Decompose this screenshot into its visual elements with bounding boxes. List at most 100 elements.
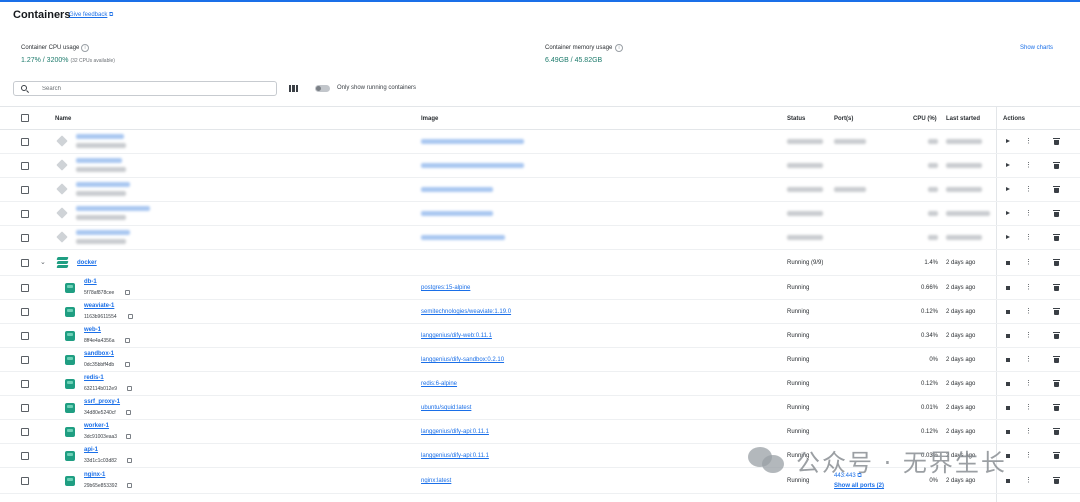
redacted-name[interactable] (76, 182, 130, 187)
redacted-image[interactable] (421, 139, 524, 144)
row-checkbox[interactable] (21, 428, 29, 436)
table-row[interactable]: ⋮ (0, 226, 1080, 250)
redacted-name[interactable] (76, 134, 124, 139)
container-name-link[interactable]: weaviate-1 (84, 303, 114, 309)
table-row[interactable]: db-1 5f78af878cee postgres:15-alpine Run… (0, 276, 1080, 300)
copy-icon[interactable] (125, 362, 130, 367)
delete-icon[interactable] (1053, 234, 1060, 241)
more-options-icon[interactable]: ⋮ (1025, 308, 1032, 315)
image-link[interactable]: langgenius/dify-sandbox:0.2.10 (421, 357, 504, 363)
copy-icon[interactable] (126, 434, 131, 439)
chevron-down-icon[interactable]: ⌄ (40, 258, 46, 266)
show-charts-link[interactable]: Show charts (1020, 45, 1053, 51)
container-name-link[interactable]: redis-1 (84, 375, 104, 381)
table-row[interactable]: sandbox-1 0dc35bbff4db langgenius/dify-s… (0, 348, 1080, 372)
stop-icon[interactable] (1006, 286, 1010, 290)
table-row[interactable]: ⋮ (0, 154, 1080, 178)
delete-icon[interactable] (1053, 162, 1060, 169)
copy-icon[interactable] (127, 386, 132, 391)
more-options-icon[interactable]: ⋮ (1025, 428, 1032, 435)
stop-icon[interactable] (1006, 334, 1010, 338)
redacted-name[interactable] (76, 206, 150, 211)
more-options-icon[interactable]: ⋮ (1025, 477, 1032, 484)
redacted-image[interactable] (421, 211, 493, 216)
redacted-image[interactable] (421, 163, 524, 168)
delete-icon[interactable] (1053, 404, 1060, 411)
more-options-icon[interactable]: ⋮ (1025, 332, 1032, 339)
start-icon[interactable] (1006, 235, 1010, 239)
table-row[interactable]: ssrf_proxy-1 34d80e5240cf ubuntu/squid:l… (0, 396, 1080, 420)
search-box[interactable] (13, 81, 277, 96)
image-link[interactable]: langgenius/dify-web:0.11.1 (421, 333, 492, 339)
more-options-icon[interactable]: ⋮ (1025, 138, 1032, 145)
start-icon[interactable] (1006, 139, 1010, 143)
table-row[interactable]: redis-1 632114b012e9 redis:6-alpine Runn… (0, 372, 1080, 396)
column-name[interactable]: Name (55, 116, 71, 122)
more-options-icon[interactable]: ⋮ (1025, 186, 1032, 193)
container-name-link[interactable]: api-1 (84, 447, 98, 453)
delete-icon[interactable] (1053, 284, 1060, 291)
row-checkbox[interactable] (21, 138, 29, 146)
stop-icon[interactable] (1006, 382, 1010, 386)
delete-icon[interactable] (1053, 259, 1060, 266)
image-link[interactable]: semitechnologies/weaviate:1.19.0 (421, 309, 511, 315)
image-link[interactable]: langgenius/dify-api:0.11.1 (421, 429, 489, 435)
redacted-name[interactable] (76, 158, 122, 163)
select-all-checkbox[interactable] (21, 114, 29, 122)
info-icon[interactable]: i (615, 44, 623, 52)
row-checkbox[interactable] (21, 380, 29, 388)
container-name-link[interactable]: worker-1 (84, 423, 109, 429)
show-all-ports-link[interactable]: Show all ports (2) (834, 483, 884, 489)
copy-icon[interactable] (126, 410, 131, 415)
column-image[interactable]: Image (421, 116, 438, 122)
container-name-link[interactable]: web-1 (84, 327, 101, 333)
more-options-icon[interactable]: ⋮ (1025, 284, 1032, 291)
image-link[interactable]: nginx:latest (421, 478, 451, 484)
redacted-image[interactable] (421, 235, 505, 240)
container-name-link[interactable]: db-1 (84, 279, 97, 285)
row-checkbox[interactable] (21, 186, 29, 194)
delete-icon[interactable] (1053, 356, 1060, 363)
delete-icon[interactable] (1053, 210, 1060, 217)
image-link[interactable]: postgres:15-alpine (421, 285, 470, 291)
start-icon[interactable] (1006, 211, 1010, 215)
give-feedback-link[interactable]: Give feedback (69, 12, 107, 18)
delete-icon[interactable] (1053, 380, 1060, 387)
delete-icon[interactable] (1053, 477, 1060, 484)
search-input[interactable] (42, 84, 272, 94)
delete-icon[interactable] (1053, 452, 1060, 459)
row-checkbox[interactable] (21, 259, 29, 267)
row-checkbox[interactable] (21, 162, 29, 170)
delete-icon[interactable] (1053, 186, 1060, 193)
row-checkbox[interactable] (21, 210, 29, 218)
column-cpu[interactable]: CPU (%) (913, 116, 937, 122)
stop-icon[interactable] (1006, 358, 1010, 362)
column-last-started[interactable]: Last started (946, 116, 980, 122)
more-options-icon[interactable]: ⋮ (1025, 162, 1032, 169)
more-options-icon[interactable]: ⋮ (1025, 452, 1032, 459)
stop-icon[interactable] (1006, 261, 1010, 265)
image-link[interactable]: ubuntu/squid:latest (421, 405, 471, 411)
start-icon[interactable] (1006, 187, 1010, 191)
stop-icon[interactable] (1006, 406, 1010, 410)
table-row[interactable]: ⋮ (0, 202, 1080, 226)
redacted-image[interactable] (421, 187, 493, 192)
columns-icon[interactable] (289, 85, 298, 92)
row-checkbox[interactable] (21, 404, 29, 412)
start-icon[interactable] (1006, 163, 1010, 167)
row-checkbox[interactable] (21, 452, 29, 460)
copy-icon[interactable] (127, 458, 132, 463)
delete-icon[interactable] (1053, 138, 1060, 145)
stop-icon[interactable] (1006, 310, 1010, 314)
running-only-toggle[interactable] (315, 85, 330, 92)
table-row[interactable]: ⋮ (0, 178, 1080, 202)
row-checkbox[interactable] (21, 234, 29, 242)
row-checkbox[interactable] (21, 356, 29, 364)
container-name-link[interactable]: sandbox-1 (84, 351, 114, 357)
stop-icon[interactable] (1006, 430, 1010, 434)
copy-icon[interactable] (125, 290, 130, 295)
row-checkbox[interactable] (21, 284, 29, 292)
copy-icon[interactable] (127, 483, 132, 488)
row-checkbox[interactable] (21, 308, 29, 316)
delete-icon[interactable] (1053, 428, 1060, 435)
